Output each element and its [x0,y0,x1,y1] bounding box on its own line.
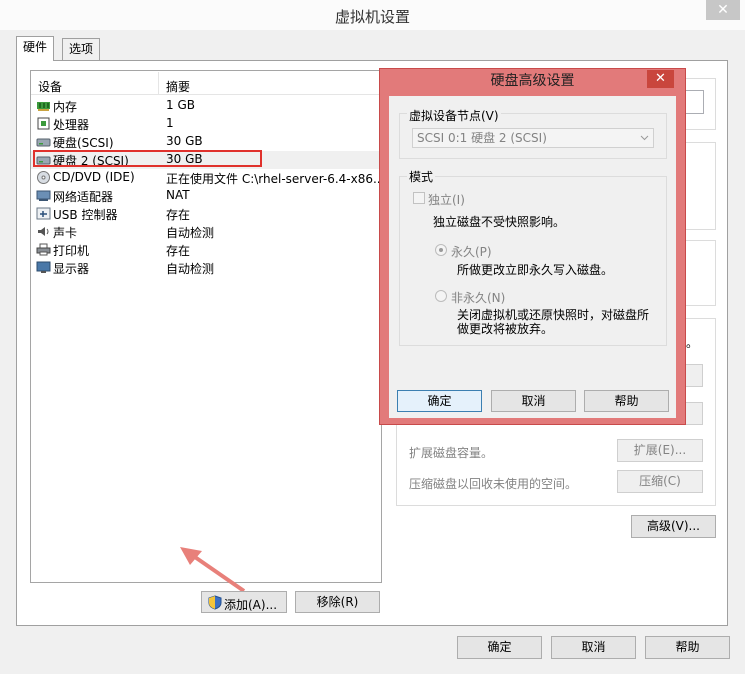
expand-description: 扩展磁盘容量。 [409,446,494,460]
device-row-printer[interactable]: 打印机 存在 [31,241,381,259]
window-title: 虚拟机设置 [334,8,410,26]
device-summary: 30 GB [166,134,203,148]
device-name: 声卡 [53,226,78,240]
device-list-header [31,71,381,95]
virtual-node-select[interactable]: SCSI 0:1 硬盘 2 (SCSI) [412,128,654,148]
dialog-cancel-button[interactable]: 取消 [491,390,576,412]
expand-button[interactable]: 扩展(E)... [617,439,703,462]
remove-device-button[interactable]: 移除(R) [295,591,380,613]
device-name: CD/DVD (IDE) [53,170,135,184]
utilities-partial-text: 。 [686,336,699,350]
dialog-close-icon[interactable]: ✕ [647,70,674,88]
column-header-summary[interactable]: 摘要 [166,78,190,95]
nonpersistent-description-line-2: 做更改将被放弃。 [457,322,554,336]
device-summary: 1 [166,116,174,130]
device-summary: 正在使用文件 C:\rhel-server-6.4-x86... [166,172,385,186]
ok-button[interactable]: 确定 [457,636,542,659]
device-summary: 存在 [166,244,191,258]
virtual-node-group-label: 虚拟设备节点(V) [407,107,501,124]
device-row-cd-dvd[interactable]: CD/DVD (IDE) 正在使用文件 C:\rhel-server-6.4-x… [31,169,385,187]
mode-group-label: 模式 [407,168,436,185]
monitor-icon [36,261,51,273]
dialog-help-button[interactable]: 帮助 [584,390,669,412]
cd-dvd-icon [37,171,50,184]
device-row-sound-card[interactable]: 声卡 自动检测 [31,223,381,241]
memory-icon [37,102,50,111]
device-row-usb-controller[interactable]: USB 控制器 存在 [31,205,381,223]
device-summary: NAT [166,188,190,202]
column-separator [158,72,159,94]
nonpersistent-radio[interactable] [435,290,447,302]
independent-label: 独立(I) [428,193,465,207]
window-close-icon[interactable]: ✕ [706,0,740,20]
device-name: 处理器 [53,118,90,132]
advanced-button[interactable]: 高级(V)... [631,515,716,538]
device-name: 显示器 [53,262,90,276]
device-name: USB 控制器 [53,208,118,222]
hard-disk-icon [36,138,51,147]
compact-description: 压缩磁盘以回收未使用的空间。 [409,477,578,491]
device-summary: 自动检测 [166,262,215,276]
independent-description: 独立磁盘不受快照影响。 [433,215,566,229]
device-row-network-adapter[interactable]: 网络适配器 NAT [31,187,381,205]
independent-checkbox[interactable] [413,192,425,204]
printer-icon [36,243,51,256]
persistent-radio[interactable] [435,244,447,256]
chevron-down-icon [640,135,649,141]
device-summary: 自动检测 [166,226,215,240]
persistent-description: 所做更改立即永久写入磁盘。 [457,263,614,277]
device-name: 打印机 [53,244,90,258]
device-summary: 存在 [166,208,191,222]
uac-shield-icon [208,595,222,610]
column-header-device[interactable]: 设备 [38,78,62,95]
tab-options[interactable]: 选项 [62,38,101,60]
device-row-hard-disk[interactable]: 硬盘(SCSI) 30 GB [31,133,381,151]
cpu-icon [37,117,50,130]
device-name: 硬盘(SCSI) [53,136,114,150]
add-device-button[interactable]: 添加(A)... [201,591,287,613]
device-row-display[interactable]: 显示器 自动检测 [31,259,381,277]
highlight-annotation-box [33,150,262,167]
sound-card-icon [38,227,49,236]
device-name: 内存 [53,100,78,114]
device-row-memory[interactable]: 内存 1 GB [31,97,381,115]
help-button[interactable]: 帮助 [645,636,730,659]
device-row-processor[interactable]: 处理器 1 [31,115,381,133]
network-adapter-icon [36,190,51,201]
cancel-button[interactable]: 取消 [551,636,636,659]
dialog-title: 硬盘高级设置 [490,73,575,89]
add-device-label: 添加(A)... [224,598,278,612]
usb-icon [36,207,51,220]
compact-button[interactable]: 压缩(C) [617,470,703,493]
annotation-arrow-icon [180,547,246,593]
tab-hardware[interactable]: 硬件 [16,36,55,61]
nonpersistent-label: 非永久(N) [451,291,506,305]
dialog-ok-button[interactable]: 确定 [397,390,482,412]
device-summary: 1 GB [166,98,195,112]
persistent-label: 永久(P) [451,245,492,259]
device-name: 网络适配器 [53,190,114,204]
